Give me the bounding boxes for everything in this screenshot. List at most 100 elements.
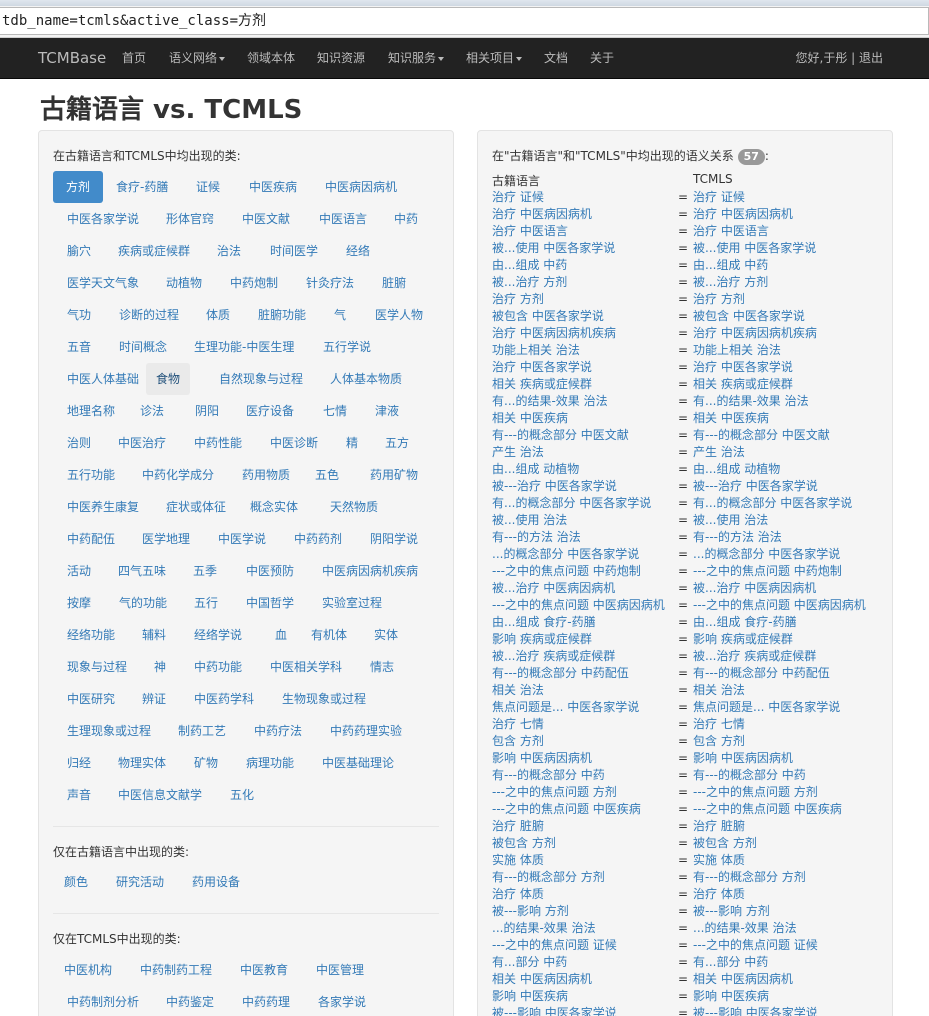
class-link[interactable]: 药用矿物 (370, 459, 418, 491)
relation-link-gj[interactable]: 被包含 方剂 (492, 835, 556, 852)
class-link[interactable]: 精 (346, 427, 358, 459)
relation-link-tcmls[interactable]: 被包含 方剂 (693, 835, 757, 852)
relation-link-gj[interactable]: 被---影响 方剂 (492, 903, 569, 920)
class-link[interactable]: 中医人体基础 (67, 363, 139, 395)
class-link[interactable]: 腧穴 (67, 235, 91, 267)
relation-link-gj[interactable]: 治疗 中医病因病机 (492, 206, 592, 223)
class-link[interactable]: 中医诊断 (270, 427, 318, 459)
relation-link-tcmls[interactable]: 治疗 证候 (693, 189, 745, 206)
relation-link-gj[interactable]: ...的结果-效果 治法 (492, 920, 596, 937)
class-link[interactable]: 中药鉴定 (166, 986, 214, 1016)
relation-link-tcmls[interactable]: 被...治疗 中医病因病机 (693, 580, 816, 597)
class-link[interactable]: 时间概念 (119, 331, 167, 363)
relation-link-gj[interactable]: 治疗 证候 (492, 189, 544, 206)
relation-link-gj[interactable]: 相关 中医疾病 (492, 410, 568, 427)
relation-link-tcmls[interactable]: 有...的概念部分 中医各家学说 (693, 495, 852, 512)
class-link[interactable]: 病理功能 (246, 747, 294, 779)
class-link[interactable]: 气 (334, 299, 346, 331)
class-link[interactable]: 体质 (206, 299, 230, 331)
relation-link-gj[interactable]: 被...治疗 方剂 (492, 274, 567, 291)
relation-link-tcmls[interactable]: 治疗 脏腑 (693, 818, 745, 835)
relation-link-gj[interactable]: ---之中的焦点问题 中药炮制 (492, 563, 641, 580)
class-link[interactable]: 五方 (385, 427, 409, 459)
class-link[interactable]: 中药药理 (242, 986, 290, 1016)
relation-link-tcmls[interactable]: 由...组成 食疗-药膳 (693, 614, 797, 631)
class-link[interactable]: 中医教育 (240, 954, 288, 986)
class-link[interactable]: 生物现象或过程 (282, 683, 366, 715)
class-link[interactable]: 治则 (67, 427, 91, 459)
relation-link-tcmls[interactable]: 有---的概念部分 中药 (693, 767, 806, 784)
class-link[interactable]: 中国哲学 (246, 587, 294, 619)
relation-link-gj[interactable]: 被包含 中医各家学说 (492, 308, 604, 325)
class-link[interactable]: 神 (154, 651, 166, 683)
relation-link-tcmls[interactable]: ---之中的焦点问题 方剂 (693, 784, 818, 801)
relation-link-gj[interactable]: 有---的方法 治法 (492, 529, 581, 546)
class-link[interactable]: 气的功能 (119, 587, 167, 619)
class-link[interactable]: 人体基本物质 (330, 363, 402, 395)
class-link[interactable]: 情志 (370, 651, 394, 683)
relation-link-tcmls[interactable]: 有---的概念部分 方剂 (693, 869, 806, 886)
nav-knowledge-resources[interactable]: 知识资源 (317, 38, 365, 78)
relation-link-gj[interactable]: 治疗 七情 (492, 716, 544, 733)
class-link[interactable]: 药用设备 (192, 866, 240, 898)
class-link[interactable]: 五行 (194, 587, 218, 619)
class-link[interactable]: 中医基础理论 (322, 747, 394, 779)
class-link[interactable]: 中药性能 (194, 427, 242, 459)
class-link[interactable]: 津液 (375, 395, 399, 427)
class-link[interactable]: 自然现象与过程 (219, 363, 303, 395)
class-link[interactable]: 制药工艺 (178, 715, 226, 747)
relation-link-gj[interactable]: 有---的概念部分 中药 (492, 767, 605, 784)
class-link[interactable]: 中医管理 (316, 954, 364, 986)
relation-link-gj[interactable]: 功能上相关 治法 (492, 342, 580, 359)
relation-link-gj[interactable]: 影响 中医病因病机 (492, 750, 592, 767)
relation-link-tcmls[interactable]: 治疗 中医各家学说 (693, 359, 793, 376)
relation-link-tcmls[interactable]: ...的结果-效果 治法 (693, 920, 797, 937)
class-link[interactable]: 实验室过程 (322, 587, 382, 619)
relation-link-tcmls[interactable]: 治疗 方剂 (693, 291, 745, 308)
class-link[interactable]: 中药 (394, 203, 418, 235)
relation-link-tcmls[interactable]: 实施 体质 (693, 852, 745, 869)
relation-link-gj[interactable]: 被---治疗 中医各家学说 (492, 478, 617, 495)
class-link[interactable]: 地理名称 (67, 395, 115, 427)
class-link[interactable]: 阴阳学说 (370, 523, 418, 555)
class-link[interactable]: 中药疗法 (254, 715, 302, 747)
relation-link-tcmls[interactable]: 治疗 体质 (693, 886, 745, 903)
relation-link-gj[interactable]: 产生 治法 (492, 444, 544, 461)
class-link[interactable]: 疾病或症候群 (118, 235, 190, 267)
relation-link-tcmls[interactable]: 有---的方法 治法 (693, 529, 782, 546)
relation-link-tcmls[interactable]: 被---治疗 中医各家学说 (693, 478, 818, 495)
relation-link-tcmls[interactable]: 有...的结果-效果 治法 (693, 393, 809, 410)
relation-link-tcmls[interactable]: ---之中的焦点问题 中医病因病机 (693, 597, 866, 614)
relation-link-gj[interactable]: 影响 疾病或症候群 (492, 631, 592, 648)
class-link[interactable]: 中药配伍 (67, 523, 115, 555)
relation-link-tcmls[interactable]: 由...组成 动植物 (693, 461, 780, 478)
relation-link-gj[interactable]: 由...组成 动植物 (492, 461, 579, 478)
relation-link-gj[interactable]: 治疗 方剂 (492, 291, 544, 308)
class-link[interactable]: 七情 (323, 395, 347, 427)
class-link[interactable]: 生理现象或过程 (67, 715, 151, 747)
relation-link-gj[interactable]: 有---的概念部分 方剂 (492, 869, 605, 886)
relation-link-gj[interactable]: 实施 体质 (492, 852, 544, 869)
class-link[interactable]: 中药炮制 (230, 267, 278, 299)
class-link[interactable]: 物理实体 (118, 747, 166, 779)
class-link[interactable]: 概念实体 (250, 491, 298, 523)
relation-link-tcmls[interactable]: 功能上相关 治法 (693, 342, 781, 359)
relation-link-gj[interactable]: 有...的概念部分 中医各家学说 (492, 495, 651, 512)
nav-about[interactable]: 关于 (590, 38, 614, 78)
class-link[interactable]: 证候 (196, 171, 220, 203)
class-link[interactable]: 五化 (230, 779, 254, 811)
relation-link-tcmls[interactable]: 治疗 中医病因病机 (693, 206, 793, 223)
relation-link-gj[interactable]: 治疗 脏腑 (492, 818, 544, 835)
nav-home[interactable]: 首页 (122, 38, 146, 78)
class-link[interactable]: 医疗设备 (246, 395, 294, 427)
relation-link-tcmls[interactable]: 被...使用 治法 (693, 512, 768, 529)
relation-link-gj[interactable]: 相关 疾病或症候群 (492, 376, 592, 393)
class-link[interactable]: 脏腑功能 (258, 299, 306, 331)
relation-link-tcmls[interactable]: 被...使用 中医各家学说 (693, 240, 816, 257)
class-link[interactable]: 中医各家学说 (67, 203, 139, 235)
user-greeting-logout[interactable]: 您好,于彤 | 退出 (796, 38, 884, 78)
nav-docs[interactable]: 文档 (544, 38, 568, 78)
relation-link-tcmls[interactable]: ---之中的焦点问题 中医疾病 (693, 801, 842, 818)
relation-link-tcmls[interactable]: ...的概念部分 中医各家学说 (693, 546, 840, 563)
class-link[interactable]: 声音 (67, 779, 91, 811)
